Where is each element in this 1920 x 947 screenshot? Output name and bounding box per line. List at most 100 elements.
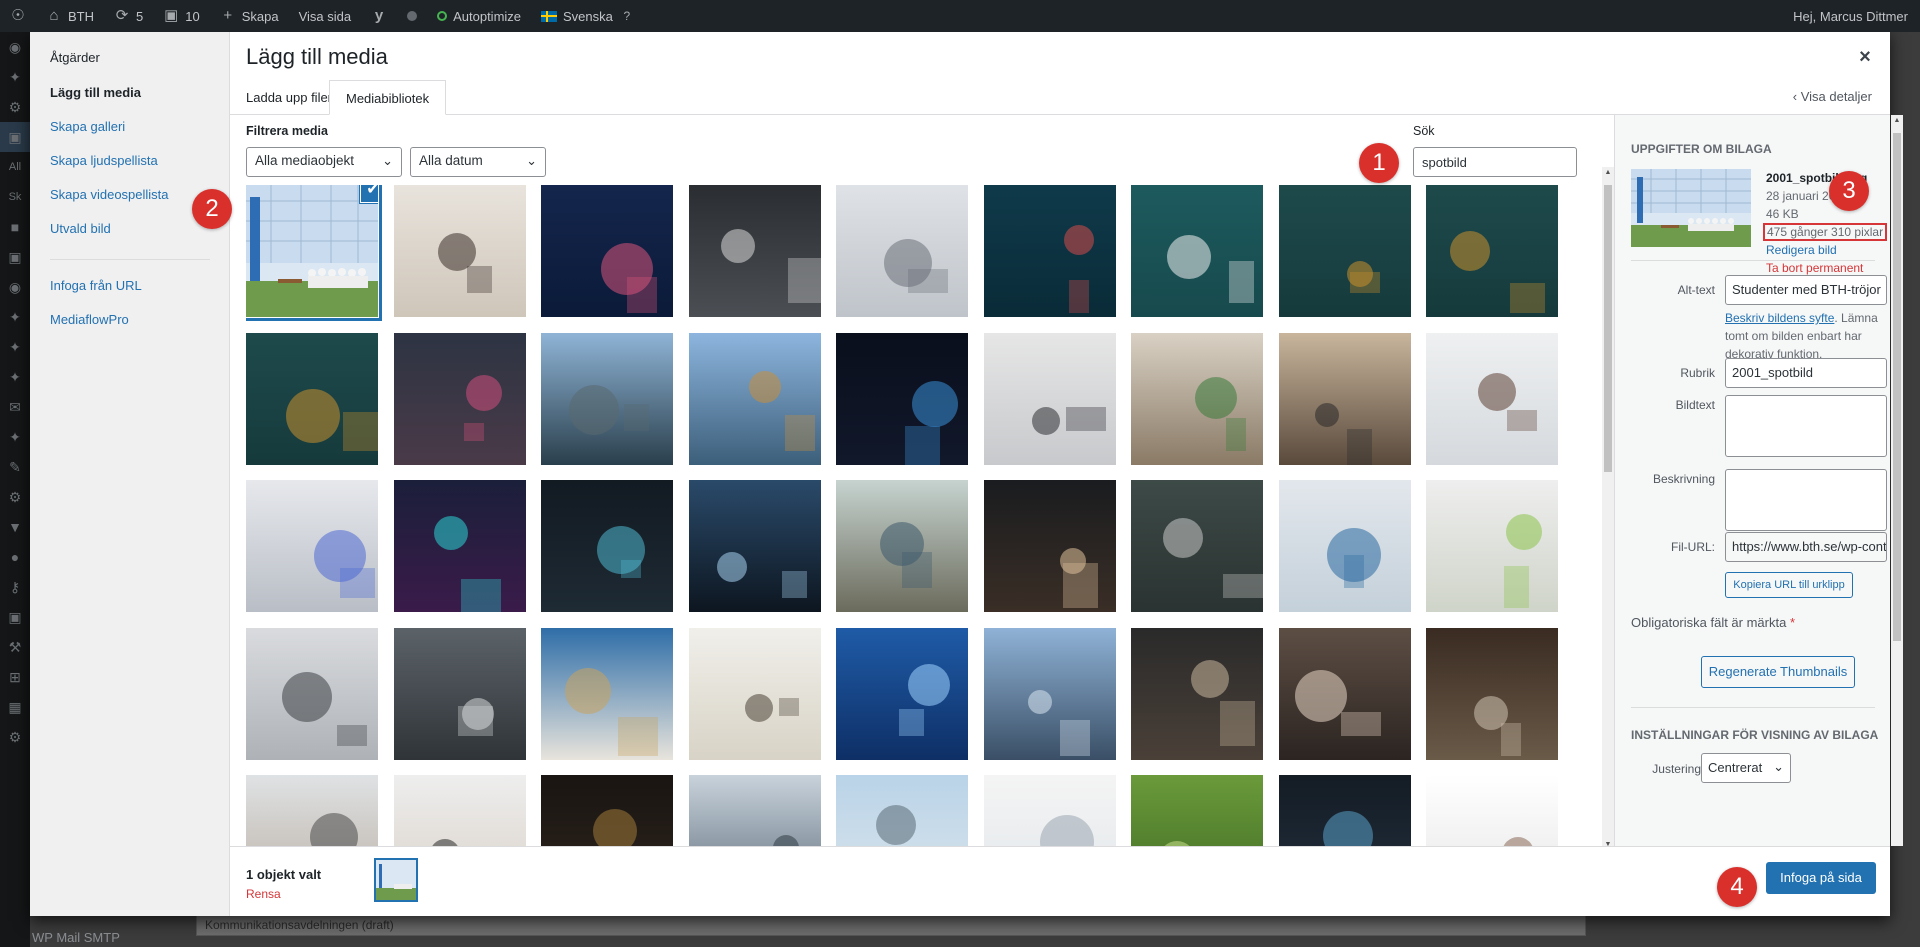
mail-icon[interactable]: ✉ [0,392,30,422]
attachment-thumbnail[interactable] [541,333,673,465]
checkmark-icon[interactable]: ✔ [360,185,378,203]
menu-item-create-audio-playlist[interactable]: Skapa ljudspellista [30,151,229,185]
close-icon[interactable]: × [1850,42,1880,72]
attachment-thumbnail[interactable] [836,775,968,846]
yoast-menu[interactable]: y [361,0,397,32]
view-details-toggle[interactable]: ‹ Visa detaljer [1793,89,1872,104]
attachment-thumbnail[interactable] [394,480,526,612]
menu-item-mediaflowpro[interactable]: MediaflowPro [30,310,229,344]
view-page-link[interactable]: Visa sida [289,0,362,32]
tab-media-library[interactable]: Mediabibliotek [329,80,447,115]
clear-selection-link[interactable]: Rensa [246,887,281,901]
site-name-menu[interactable]: ⌂ BTH [36,0,104,32]
attachment-thumbnail[interactable] [984,333,1116,465]
details-scrollbar[interactable]: ▲ [1891,115,1903,846]
account-menu[interactable]: Hej, Marcus Dittmer [1783,0,1920,32]
caption-textarea[interactable] [1725,395,1887,457]
attachment-thumbnail[interactable] [394,775,526,846]
attachment-thumbnail[interactable] [689,628,821,760]
attachment-thumbnail[interactable] [689,480,821,612]
attachment-thumbnail-selected[interactable]: ✔ [246,185,378,317]
table-icon[interactable]: ▦ [0,692,30,722]
attachment-thumbnail[interactable] [1279,333,1411,465]
dashboard-icon[interactable]: ◉ [0,32,30,62]
attachment-thumbnail[interactable] [1426,480,1558,612]
edit-image-link[interactable]: Redigera bild [1766,241,1887,259]
attachment-thumbnail[interactable] [541,480,673,612]
attachment-thumbnail[interactable] [1426,185,1558,317]
attachment-thumbnail[interactable] [1279,185,1411,317]
wrench-icon[interactable]: ⚒ [0,632,30,662]
attachment-thumbnail[interactable] [1131,628,1263,760]
copy-url-button[interactable]: Kopiera URL till urklipp [1725,572,1853,598]
attachment-thumbnail[interactable] [836,480,968,612]
attachment-thumbnail[interactable] [689,185,821,317]
pin-icon-3[interactable]: ✦ [0,362,30,392]
attachment-thumbnail[interactable] [1131,480,1263,612]
media-date-select[interactable]: Alla datum ⌄ [410,147,546,177]
updates-menu[interactable]: ⟳ 5 [104,0,153,32]
attachment-thumbnail[interactable] [1426,775,1558,846]
autoptimize-menu[interactable]: Autoptimize [427,0,531,32]
admin-menu-wp-mail-smtp[interactable]: WP Mail SMTP [0,930,120,945]
search-input[interactable] [1413,147,1577,177]
settings-icon[interactable]: ⚙ [0,722,30,752]
attachment-thumbnail[interactable] [246,628,378,760]
key-icon[interactable]: ⚷ [0,572,30,602]
attachment-thumbnail[interactable] [246,480,378,612]
attachment-thumbnail[interactable] [1279,775,1411,846]
attachment-thumbnail[interactable] [246,333,378,465]
lock-icon[interactable]: ▣ [0,602,30,632]
attachment-thumbnail[interactable] [689,333,821,465]
new-content-menu[interactable]: + Skapa [210,0,289,32]
attachment-thumbnail[interactable] [836,333,968,465]
attachment-thumbnail[interactable] [1131,775,1263,846]
file-url-input[interactable]: https://www.bth.se/wp-content/ [1725,532,1887,562]
pin-icon-2[interactable]: ✦ [0,332,30,362]
attachment-thumbnail[interactable] [541,628,673,760]
attachment-thumbnail[interactable] [541,185,673,317]
title-input[interactable]: 2001_spotbild [1725,358,1887,388]
alignment-select[interactable]: Centrerat ⌄ [1701,753,1791,783]
insert-into-page-button[interactable]: Infoga på sida [1766,862,1876,894]
description-textarea[interactable] [1725,469,1887,531]
media-type-select[interactable]: Alla mediaobjekt ⌄ [246,147,402,177]
regenerate-thumbnails-button[interactable]: Regenerate Thumbnails [1701,656,1855,688]
comments-menu[interactable]: ▣ 10 [153,0,209,32]
media-icon[interactable]: ■ [0,212,30,242]
attachment-thumbnail[interactable] [836,185,968,317]
alt-text-input[interactable]: Studenter med BTH-tröjor [1725,275,1887,305]
details-scrollbar-thumb[interactable] [1893,133,1901,641]
selected-thumbnail[interactable] [374,858,418,902]
grid-scrollbar[interactable]: ▲ ▼ [1602,167,1614,851]
attachment-thumbnail[interactable] [1426,628,1558,760]
tools-icon[interactable]: ⚙ [0,92,30,122]
pages-icon[interactable]: ▣ [0,122,30,152]
attachment-thumbnail[interactable] [246,775,378,846]
language-menu[interactable]: Svenska? [531,0,645,32]
attachment-thumbnail[interactable] [689,775,821,846]
alt-text-help-link[interactable]: Beskriv bildens syfte [1725,311,1834,325]
attachment-thumbnail[interactable] [1131,333,1263,465]
brush-icon[interactable]: ✎ [0,452,30,482]
comments-menu-icon[interactable]: ▣ [0,242,30,272]
attachment-thumbnail[interactable] [984,185,1116,317]
attachment-thumbnail[interactable] [1131,185,1263,317]
attachment-thumbnail[interactable] [984,775,1116,846]
attachment-thumbnail[interactable] [1279,628,1411,760]
attachment-thumbnail[interactable] [836,628,968,760]
appearance-icon[interactable]: ◉ [0,272,30,302]
pin-icon-4[interactable]: ✦ [0,422,30,452]
posts-icon[interactable]: ✦ [0,62,30,92]
attachment-thumbnail[interactable] [1426,333,1558,465]
filter-icon[interactable]: ▼ [0,512,30,542]
menu-item-create-gallery[interactable]: Skapa galleri [30,117,229,151]
plugins-icon[interactable]: ⚙ [0,482,30,512]
attachment-thumbnail[interactable] [984,480,1116,612]
attachment-thumbnail[interactable] [984,628,1116,760]
attachment-thumbnail[interactable] [541,775,673,846]
menu-item-insert-from-url[interactable]: Infoga från URL [30,276,229,310]
attachment-thumbnail[interactable] [394,333,526,465]
attachment-thumbnail[interactable] [394,185,526,317]
attachment-thumbnail[interactable] [394,628,526,760]
